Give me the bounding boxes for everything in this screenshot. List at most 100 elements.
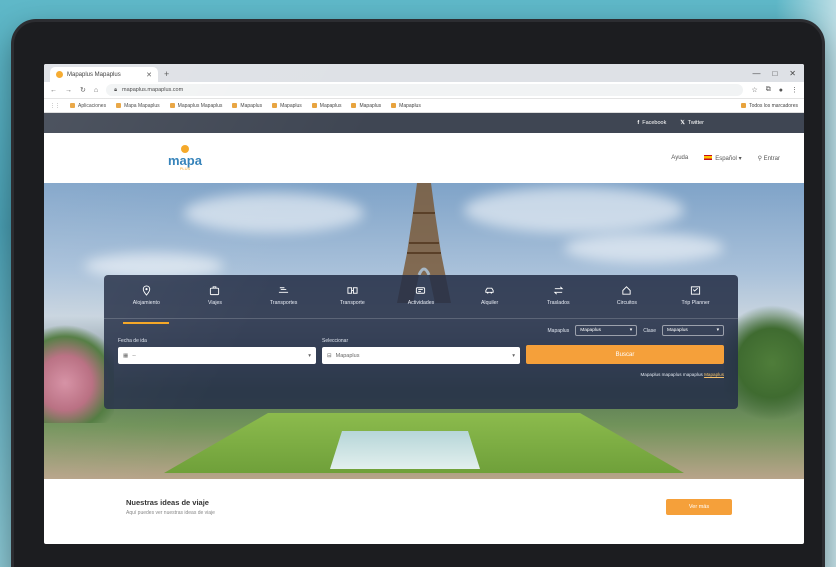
filter2-value: Mapaplus <box>667 328 688 333</box>
url-text: mapaplus.mapaplus.com <box>122 87 184 93</box>
address-bar[interactable]: 🔒︎ mapaplus.mapaplus.com <box>106 84 744 96</box>
ticket-icon <box>416 287 426 294</box>
browser-tabbar: Mapaplus Mapaplus ✕ + — □ ✕ <box>44 64 804 82</box>
bookmark[interactable]: Mapaplus <box>311 102 342 109</box>
facebook-link[interactable]: f Facebook <box>637 120 666 126</box>
search-button[interactable]: Buscar <box>526 345 724 364</box>
transfer-icon <box>553 286 564 295</box>
hint-link[interactable]: Mapaplus <box>704 372 724 377</box>
apps-icon[interactable]: ⋮⋮ <box>50 103 60 109</box>
back-icon[interactable]: ← <box>50 87 57 94</box>
chevron-down-icon: ▾ <box>512 352 515 359</box>
filter1-value: Mapaplus <box>580 328 602 333</box>
tab-activities[interactable]: Actividades <box>388 281 454 318</box>
cloud <box>184 193 364 233</box>
search-filters: Mapaplus Mapaplus ▾ Clase Mapaplus ▾ <box>104 319 738 336</box>
user-icon: ⚲ <box>757 155 762 162</box>
folder-icon <box>116 103 122 108</box>
date-label: Fecha de ida <box>118 338 147 344</box>
bookmark[interactable]: Mapaplus <box>351 103 381 109</box>
close-tab-icon[interactable]: ✕ <box>146 71 152 79</box>
tab-transport[interactable]: Transporte <box>319 281 385 318</box>
date-group: Fecha de ida ▦ -- ▾ <box>118 338 316 364</box>
maximize-icon[interactable]: □ <box>772 69 777 78</box>
tab-label: Transporte <box>339 300 365 306</box>
passengers-value: Mapaplus <box>335 352 360 359</box>
tab-label: Traslados <box>546 300 570 306</box>
tab-label: Alquiler <box>480 300 499 306</box>
new-tab-icon[interactable]: + <box>164 67 169 82</box>
twitter-label: Twitter <box>687 120 704 126</box>
suitcase-icon <box>210 286 220 296</box>
facebook-label: Facebook <box>642 120 667 126</box>
star-icon[interactable]: ☆ <box>751 86 757 94</box>
tab-label: Actividades <box>407 300 435 306</box>
facebook-icon: f <box>637 120 640 126</box>
close-window-icon[interactable]: ✕ <box>789 69 796 78</box>
tab-title: Mapaplus Mapaplus <box>67 71 121 78</box>
chevron-down-icon: ▾ <box>308 352 311 359</box>
filter2-select[interactable]: Mapaplus ▾ <box>662 325 724 336</box>
login-label: Entrar <box>763 155 780 162</box>
tab-trips[interactable]: Viajes <box>182 281 248 318</box>
search-widget: Alojamiento Viajes Transportes Transport… <box>104 275 738 409</box>
language-selector[interactable]: Español ▾ <box>704 155 742 162</box>
bookmark[interactable]: Mapaplus <box>391 103 421 109</box>
bookmark[interactable]: Mapaplus <box>272 103 302 109</box>
twitter-link[interactable]: 𝕏 Twitter <box>680 120 704 126</box>
all-bookmarks[interactable]: Todos los marcadores <box>741 103 798 109</box>
site-logo[interactable]: mapa PLUS <box>168 145 202 171</box>
see-more-button[interactable]: Ver más <box>666 498 732 515</box>
profile-icon[interactable]: ● <box>779 87 783 94</box>
fountain-pool <box>330 431 480 469</box>
laptop-frame: Mapaplus Mapaplus ✕ + — □ ✕ ← → ↻ ⌂ 🔒︎ m… <box>14 22 822 567</box>
tab-trip-planner[interactable]: Trip Planner <box>663 281 729 318</box>
tab-circuits[interactable]: Circuitos <box>594 281 660 318</box>
bookmark[interactable]: Mapaplus Mapaplus <box>169 103 222 109</box>
forward-icon[interactable]: → <box>65 87 72 94</box>
tab-accommodation[interactable]: Alojamiento <box>113 281 179 324</box>
header-nav: Ayuda Español ▾ ⚲ Entrar <box>671 155 780 162</box>
menu-icon[interactable]: ⋮ <box>791 86 798 94</box>
tab-label: Transportes <box>269 300 298 306</box>
bookmark-label: Todos los marcadores <box>749 102 798 109</box>
bookmark-label: Mapaplus <box>399 102 421 109</box>
language-label: Español <box>715 155 737 162</box>
filter2-label: Clase <box>643 327 656 334</box>
home-icon[interactable]: ⌂ <box>94 87 98 94</box>
filter1-select[interactable]: Mapaplus ▾ <box>575 325 638 336</box>
bookmark[interactable]: Aplicaciones <box>70 103 106 109</box>
date-field[interactable]: ▦ -- ▾ <box>118 347 316 364</box>
twitter-icon: 𝕏 <box>680 120 685 126</box>
planner-icon <box>690 286 701 295</box>
bookmark-label: Mapa Mapaplus <box>124 102 160 109</box>
minimize-icon[interactable]: — <box>752 69 760 78</box>
login-link[interactable]: ⚲ Entrar <box>758 155 780 162</box>
travel-ideas-section: Nuestras ideas de viaje Aquí puedes ver … <box>44 479 804 534</box>
search-button-group: Buscar <box>526 345 724 364</box>
reload-icon[interactable]: ↻ <box>80 86 86 94</box>
cloud <box>564 233 724 263</box>
browser-tab[interactable]: Mapaplus Mapaplus ✕ <box>50 67 158 82</box>
bookmark[interactable]: Mapa Mapaplus <box>116 103 160 109</box>
tab-transfers[interactable]: Traslados <box>525 281 591 318</box>
date-value: -- <box>132 352 136 359</box>
browser-window: Mapaplus Mapaplus ✕ + — □ ✕ ← → ↻ ⌂ 🔒︎ m… <box>44 64 804 544</box>
tab-label: Viajes <box>207 300 222 306</box>
location-icon <box>142 285 150 296</box>
tab-rental[interactable]: Alquiler <box>457 281 523 318</box>
car-icon <box>485 287 494 294</box>
logo-sun-icon <box>180 145 189 153</box>
help-link[interactable]: Ayuda <box>671 155 688 161</box>
bookmark-label: Mapaplus <box>359 102 382 109</box>
window-controls: — □ ✕ <box>744 64 804 82</box>
bookmark-label: Mapaplus <box>319 102 342 109</box>
extensions-icon[interactable]: ⧉ <box>766 86 771 94</box>
ideas-subtitle: Aquí puedes ver nuestras ideas de viaje <box>126 509 215 516</box>
tab-transports[interactable]: Transportes <box>251 281 317 318</box>
passengers-field[interactable]: ⊟ Mapaplus ▾ <box>322 347 520 364</box>
tab-label: Alojamiento <box>132 300 160 306</box>
bookmark[interactable]: Mapaplus <box>232 103 262 109</box>
bookmark-label: Mapaplus <box>280 102 302 109</box>
calendar-icon: ▦ <box>123 352 129 359</box>
